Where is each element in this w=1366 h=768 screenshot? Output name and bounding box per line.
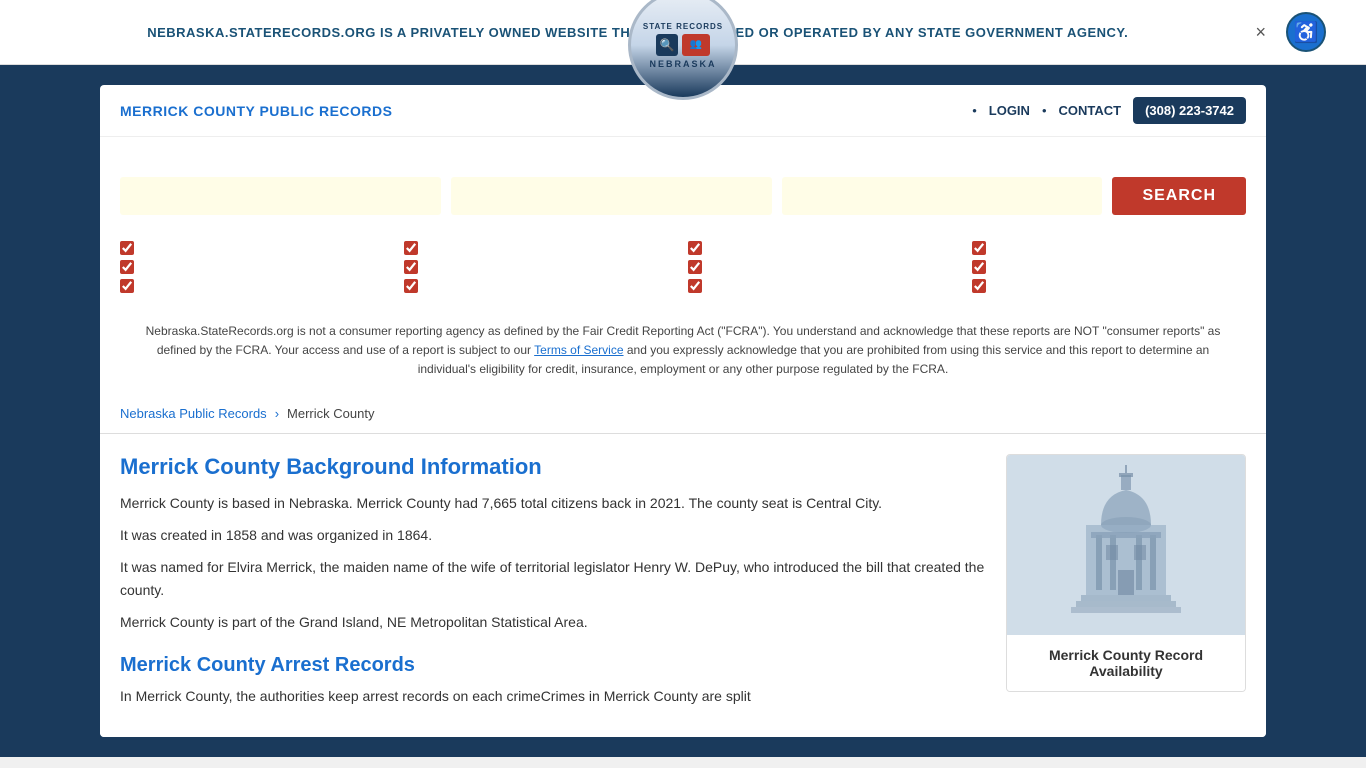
- checkbox-input[interactable]: [120, 241, 134, 255]
- city-group: City:: [782, 157, 1103, 215]
- terms-link[interactable]: Terms of Service: [534, 343, 623, 357]
- checkbox-label: Property Records: [708, 240, 809, 255]
- breadcrumb-current: Merrick County: [287, 406, 374, 421]
- header: MERRICK COUNTY PUBLIC RECORDS STATE RECO…: [100, 85, 1266, 137]
- main-heading: Merrick County Background Information: [120, 454, 986, 480]
- list-item: Liens & Judgments: [404, 259, 678, 274]
- content-main: Merrick County Background Information Me…: [120, 454, 986, 717]
- para4: Merrick County is part of the Grand Isla…: [120, 611, 986, 633]
- disclaimer: Nebraska.StateRecords.org is not a consu…: [120, 308, 1246, 394]
- checkbox-input[interactable]: [120, 279, 134, 293]
- checkbox-label: Unclaimed Assets: [708, 278, 811, 293]
- para3: It was named for Elvira Merrick, the mai…: [120, 556, 986, 601]
- checkbox-input[interactable]: [972, 260, 986, 274]
- checkbox-label: Business Ownership: [708, 259, 827, 274]
- checkbox-label: Vital Records: [992, 240, 1069, 255]
- list-item: Bankruptcies: [404, 240, 678, 255]
- checkboxes-section: Arrest Records Bankruptcies Property Recor…: [120, 230, 1246, 308]
- content-sidebar: Merrick County Record Availability: [1006, 454, 1246, 717]
- first-name-input[interactable]: [120, 177, 441, 215]
- list-item: Contact Details: [972, 278, 1246, 293]
- list-item: Vital Records: [972, 240, 1246, 255]
- list-item: Unclaimed Assets: [688, 278, 962, 293]
- checkbox-input[interactable]: [972, 241, 986, 255]
- header-nav: • LOGIN • CONTACT (308) 223-3742: [972, 97, 1246, 124]
- contact-link[interactable]: CONTACT: [1059, 103, 1122, 118]
- checkbox-input[interactable]: [404, 241, 418, 255]
- checkbox-input[interactable]: [688, 279, 702, 293]
- sidebar-card-image: [1007, 455, 1245, 635]
- first-name-group: First Name:*: [120, 157, 441, 215]
- breadcrumb: Nebraska Public Records › Merrick County: [100, 394, 1266, 433]
- accessibility-icon: ♿: [1294, 20, 1319, 45]
- search-fields: First Name:* Last Name:* City: SEARCH: [120, 157, 1246, 215]
- main-card: MERRICK COUNTY PUBLIC RECORDS STATE RECO…: [100, 85, 1266, 737]
- breadcrumb-link[interactable]: Nebraska Public Records: [120, 406, 267, 421]
- content-area: Merrick County Background Information Me…: [100, 434, 1266, 737]
- checkbox-label: Criminal Records: [140, 259, 240, 274]
- checkbox-label: Traffic Violations: [424, 278, 519, 293]
- list-item: Jail & Inmate Records: [120, 278, 394, 293]
- accessibility-button[interactable]: ♿: [1286, 12, 1326, 52]
- sidebar-card: Merrick County Record Availability: [1006, 454, 1246, 692]
- page-wrapper: MERRICK COUNTY PUBLIC RECORDS STATE RECO…: [0, 65, 1366, 757]
- phone-button[interactable]: (308) 223-3742: [1133, 97, 1246, 124]
- building-illustration: [1036, 465, 1216, 625]
- close-icon[interactable]: ×: [1255, 22, 1266, 43]
- para2: It was created in 1858 and was organized…: [120, 524, 986, 546]
- last-name-group: Last Name:*: [451, 157, 772, 215]
- list-item: Arrest Records: [120, 240, 394, 255]
- list-item: Registered Licenses: [972, 259, 1246, 274]
- login-link[interactable]: LOGIN: [989, 103, 1030, 118]
- list-item: Business Ownership: [688, 259, 962, 274]
- checkbox-input[interactable]: [688, 260, 702, 274]
- checkbox-input[interactable]: [404, 260, 418, 274]
- checkbox-label: Jail & Inmate Records: [140, 278, 267, 293]
- checkbox-label: Arrest Records: [140, 240, 227, 255]
- site-logo: STATE RECORDS 🔍 👥 NEBRASKA: [628, 85, 738, 100]
- arrest-heading: Merrick County Arrest Records: [120, 654, 986, 677]
- breadcrumb-separator: ›: [275, 406, 279, 421]
- checkbox-input[interactable]: [688, 241, 702, 255]
- first-name-label: First Name:*: [120, 157, 441, 172]
- last-name-label: Last Name:*: [451, 157, 772, 172]
- checkbox-label: Registered Licenses: [992, 259, 1110, 274]
- list-item: Criminal Records: [120, 259, 394, 274]
- checkbox-input[interactable]: [404, 279, 418, 293]
- search-button[interactable]: SEARCH: [1112, 177, 1246, 215]
- city-input[interactable]: [782, 177, 1103, 215]
- checkbox-label: Bankruptcies: [424, 240, 499, 255]
- city-label: City:: [782, 157, 1103, 172]
- sidebar-card-title: Merrick County Record Availability: [1007, 635, 1245, 691]
- arrest-para: In Merrick County, the authorities keep …: [120, 685, 986, 707]
- para1: Merrick County is based in Nebraska. Mer…: [120, 492, 986, 514]
- checkbox-label: Liens & Judgments: [424, 259, 535, 274]
- checkbox-label: Contact Details: [992, 278, 1080, 293]
- site-title: MERRICK COUNTY PUBLIC RECORDS: [120, 103, 392, 119]
- nav-dot1: •: [972, 103, 977, 118]
- checkbox-input[interactable]: [120, 260, 134, 274]
- last-name-input[interactable]: [451, 177, 772, 215]
- logo-container: STATE RECORDS 🔍 👥 NEBRASKA: [628, 85, 738, 100]
- checkbox-input[interactable]: [972, 279, 986, 293]
- search-section: First Name:* Last Name:* City: SEARCH Ar…: [100, 137, 1266, 394]
- nav-dot2: •: [1042, 103, 1047, 118]
- list-item: Property Records: [688, 240, 962, 255]
- list-item: Traffic Violations: [404, 278, 678, 293]
